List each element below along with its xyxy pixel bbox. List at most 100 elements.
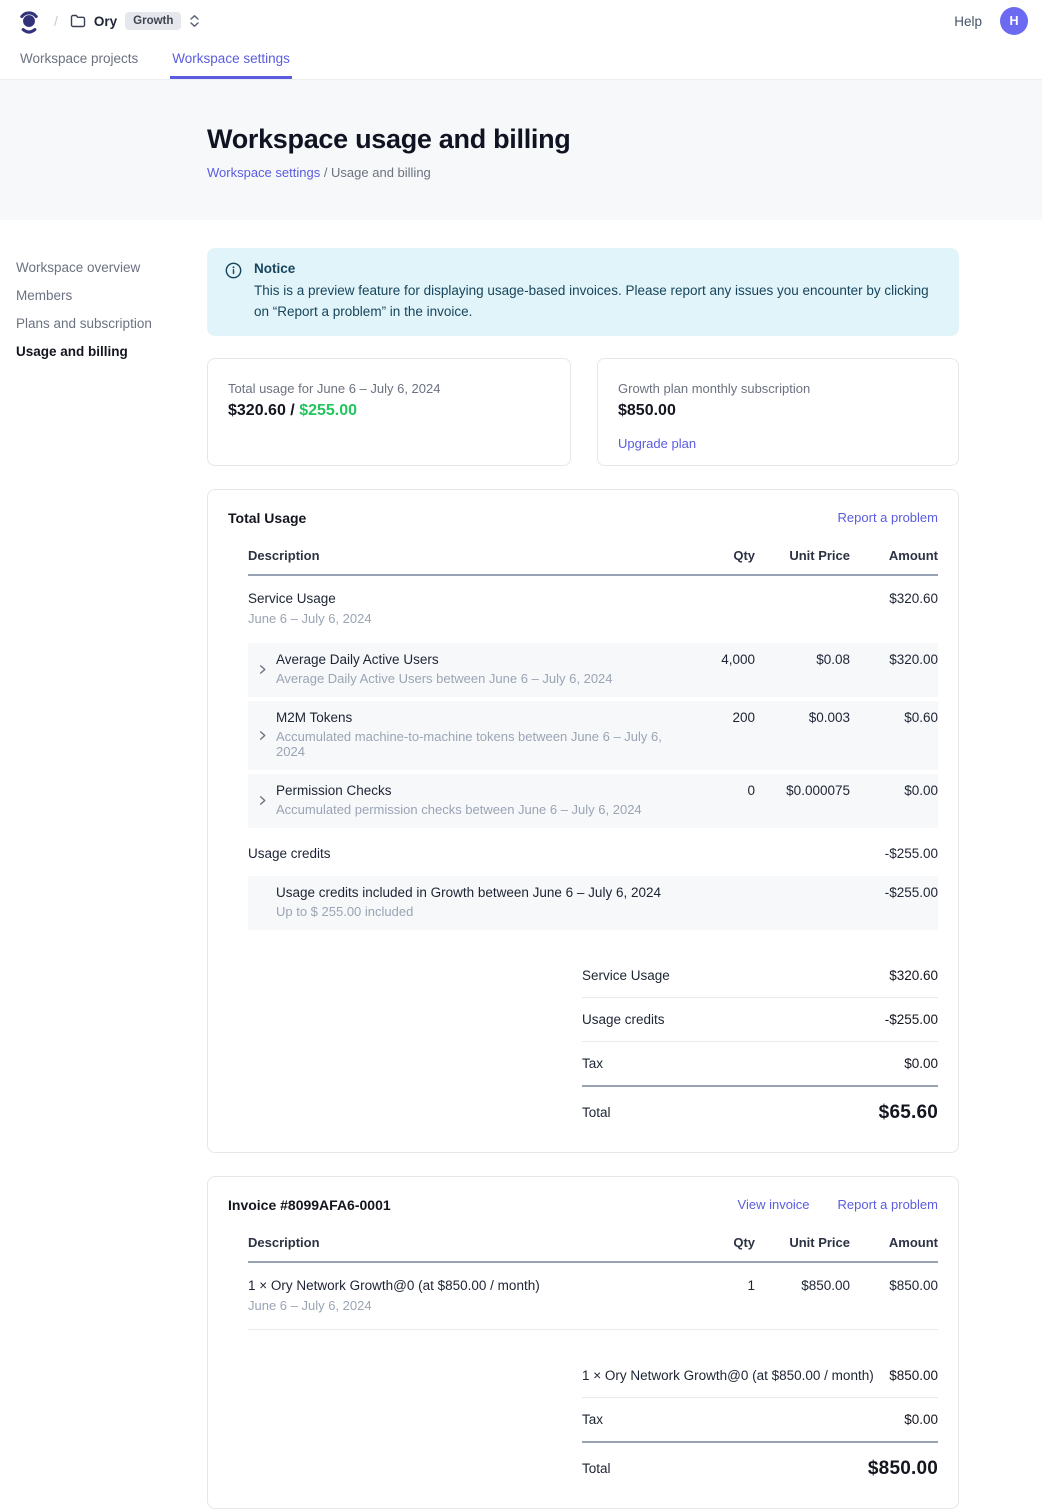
workspace-name: Ory [94,14,117,29]
row-subtitle: Up to $ 255.00 included [276,904,665,919]
col-unit-price: Unit Price [755,1235,850,1250]
row-subtitle: Accumulated machine-to-machine tokens be… [276,729,665,759]
summary-label: Usage credits [582,1012,665,1027]
sidebar-item-usage-and-billing[interactable]: Usage and billing [16,338,207,365]
summary-label: Service Usage [582,968,670,983]
plan-label: Growth plan monthly subscription [618,381,938,396]
row-subtitle: Average Daily Active Users between June … [276,671,665,686]
report-problem-link-usage[interactable]: Report a problem [838,510,938,525]
row-subtitle: Accumulated permission checks between Ju… [276,802,665,817]
invoice-card-title: Invoice #8099AFA6-0001 [228,1197,391,1213]
summary-label: Tax [582,1412,603,1427]
summary-row-total: Total $65.60 [582,1087,938,1128]
summary-label: 1 × Ory Network Growth@0 (at $850.00 / m… [582,1368,874,1383]
amount-used: $320.60 [228,402,286,419]
table-row-usage-credits-detail: Usage credits included in Growth between… [248,876,938,930]
summary-value: $0.00 [904,1412,938,1427]
chevron-right-icon[interactable] [248,701,276,770]
sidebar-item-plans-and-subscription[interactable]: Plans and subscription [16,310,207,337]
row-title: Average Daily Active Users [276,652,665,667]
plan-stat-card: Growth plan monthly subscription $850.00… [597,358,959,466]
table-row-permission-checks[interactable]: Permission Checks Accumulated permission… [248,774,938,832]
row-unit-price: $0.000075 [755,783,850,798]
breadcrumb-current: Usage and billing [331,165,431,180]
row-amount: $0.60 [850,710,938,725]
summary-value: $0.00 [904,1056,938,1071]
view-invoice-link[interactable]: View invoice [738,1197,810,1212]
workspace-plan-badge: Growth [125,12,181,30]
total-usage-card: Total Usage Report a problem Description… [207,489,959,1153]
sidebar-item-members[interactable]: Members [16,282,207,309]
summary-value: $65.60 [879,1102,938,1124]
summary-value: -$255.00 [885,1012,938,1027]
row-qty: 200 [675,710,755,725]
chevron-right-icon[interactable] [248,774,276,828]
summary-row-tax: Tax $0.00 [582,1042,938,1087]
notice-title: Notice [254,261,941,276]
row-subtitle: June 6 – July 6, 2024 [248,611,665,626]
row-amount: -$255.00 [850,885,938,900]
col-amount: Amount [850,1235,938,1250]
row-unit-price: $0.003 [755,710,850,725]
avatar[interactable]: H [1000,7,1028,35]
total-usage-label: Total usage for June 6 – July 6, 2024 [228,381,550,396]
table-row-usage-credits: Usage credits -$255.00 [248,832,938,876]
page-title: Workspace usage and billing [207,124,1042,155]
col-qty: Qty [675,1235,755,1250]
breadcrumb-workspace-settings-link[interactable]: Workspace settings [207,165,320,180]
summary-row-usage-credits: Usage credits -$255.00 [582,998,938,1042]
amount-separator: / [286,402,299,419]
row-amount: $320.00 [850,652,938,667]
summary-row-service-usage: Service Usage $320.60 [582,954,938,998]
hero-section: Workspace usage and billing Workspace se… [0,80,1042,220]
usage-table-header: Description Qty Unit Price Amount [248,538,938,576]
help-link[interactable]: Help [954,14,982,29]
invoice-card: Invoice #8099AFA6-0001 View invoice Repo… [207,1176,959,1509]
row-title: Usage credits [248,846,665,861]
plan-amount: $850.00 [618,402,938,420]
total-usage-amount: $320.60 / $255.00 [228,402,550,420]
row-title: Usage credits included in Growth between… [276,885,665,900]
ory-logo-icon[interactable] [16,8,42,35]
workspace-tabs: Workspace projects Workspace settings [0,42,1042,80]
breadcrumb: Workspace settings / Usage and billing [207,165,1042,180]
summary-row-tax: Tax $0.00 [582,1398,938,1443]
settings-sidenav: Workspace overview Members Plans and sub… [0,248,207,1509]
amount-credit: $255.00 [299,402,357,419]
folder-icon [70,14,86,28]
row-title: Permission Checks [276,783,665,798]
row-title: 1 × Ory Network Growth@0 (at $850.00 / m… [248,1278,665,1293]
col-description: Description [248,1235,675,1250]
unfold-icon [189,14,200,28]
col-qty: Qty [675,548,755,563]
report-problem-link-invoice[interactable]: Report a problem [838,1197,938,1212]
tab-workspace-settings[interactable]: Workspace settings [170,42,292,79]
breadcrumb-separator: / [320,165,331,180]
row-amount: $0.00 [850,783,938,798]
usage-summary: Service Usage $320.60 Usage credits -$25… [582,954,938,1128]
row-qty: 0 [675,783,755,798]
chevron-right-icon[interactable] [248,643,276,697]
sidebar-item-workspace-overview[interactable]: Workspace overview [16,254,207,281]
top-bar: / Ory Growth Help H [0,0,1042,42]
summary-value: $850.00 [868,1458,938,1480]
row-subtitle: June 6 – July 6, 2024 [248,1298,665,1313]
total-usage-stat-card: Total usage for June 6 – July 6, 2024 $3… [207,358,571,466]
table-row-invoice-line: 1 × Ory Network Growth@0 (at $850.00 / m… [248,1263,938,1330]
upgrade-plan-link[interactable]: Upgrade plan [618,436,696,451]
notice-body: This is a preview feature for displaying… [254,281,941,323]
summary-label: Total [582,1461,611,1476]
table-row-average-daily-active-users[interactable]: Average Daily Active Users Average Daily… [248,643,938,701]
tab-workspace-projects[interactable]: Workspace projects [18,42,140,79]
col-unit-price: Unit Price [755,548,850,563]
notice-banner: Notice This is a preview feature for dis… [207,248,959,336]
summary-value: $320.60 [889,968,938,983]
info-icon [225,261,242,323]
workspace-switcher[interactable]: Ory Growth [70,12,201,30]
row-unit-price: $850.00 [755,1278,850,1293]
row-qty: 1 [675,1278,755,1293]
summary-row-line-item: 1 × Ory Network Growth@0 (at $850.00 / m… [582,1354,938,1398]
row-qty: 4,000 [675,652,755,667]
row-amount: $320.60 [850,591,938,606]
table-row-m2m-tokens[interactable]: M2M Tokens Accumulated machine-to-machin… [248,701,938,774]
